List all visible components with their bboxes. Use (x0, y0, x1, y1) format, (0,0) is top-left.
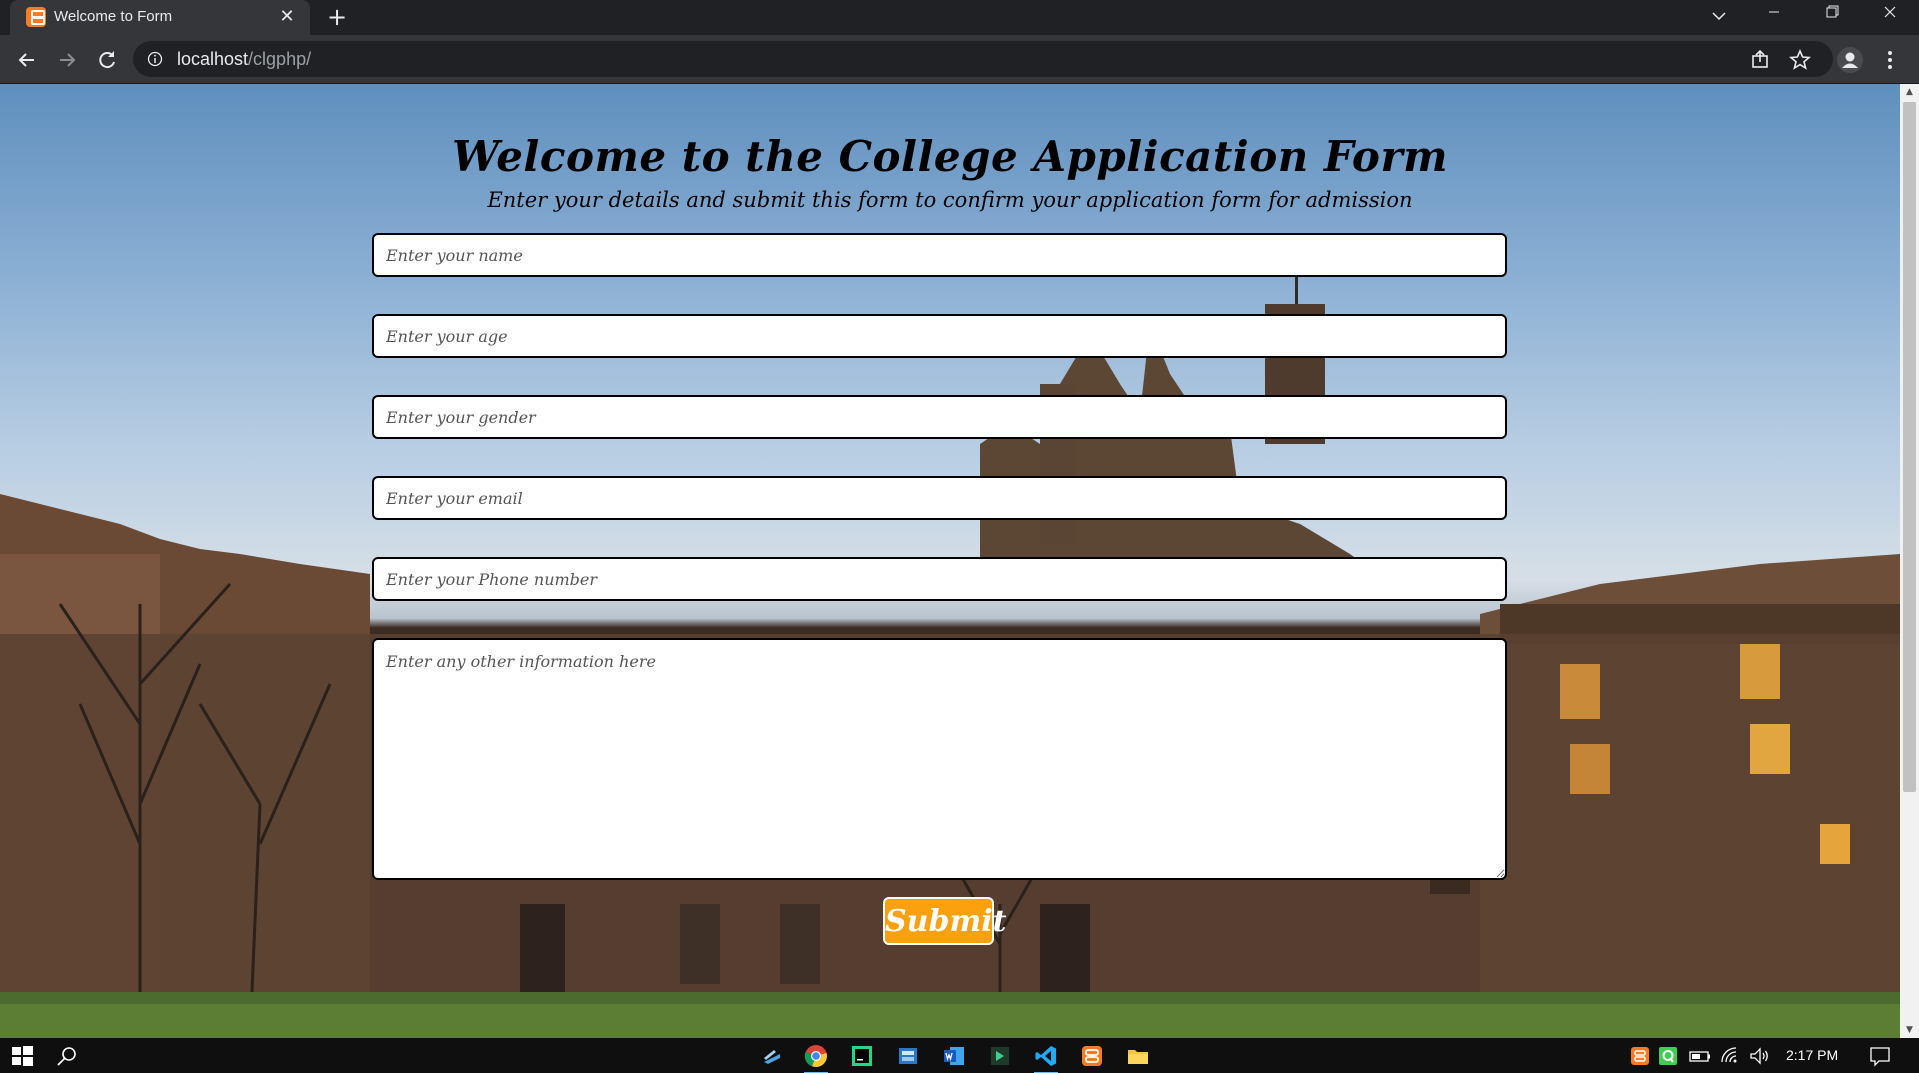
submit-button[interactable]: Submit (883, 897, 1006, 945)
minimize-icon[interactable] (1746, 0, 1802, 35)
forward-arrow-icon[interactable] (52, 45, 82, 75)
windows-start-icon[interactable] (10, 1044, 34, 1068)
address-bar[interactable]: localhost/clgphp/ (133, 41, 1833, 77)
chrome-icon[interactable] (804, 1044, 828, 1073)
scrollbar-thumb[interactable] (1903, 102, 1916, 792)
scroll-down-arrow-icon[interactable]: ▼ (1900, 1022, 1919, 1038)
tab-search-icon[interactable] (1705, 4, 1733, 30)
windows-taskbar: 2:17 PM (0, 1038, 1919, 1073)
new-tab-button[interactable]: + (322, 2, 352, 32)
xampp-icon[interactable] (1080, 1044, 1104, 1068)
terminal-icon[interactable] (988, 1044, 1012, 1068)
url-text: localhost/clgphp/ (177, 49, 311, 70)
site-info-icon[interactable] (147, 51, 163, 67)
browser-tab[interactable]: Welcome to Form ✕ (10, 0, 310, 35)
page-title: Welcome to the College Application Form (451, 132, 1449, 181)
profile-avatar-icon[interactable] (1835, 45, 1865, 75)
reload-icon[interactable] (92, 45, 122, 75)
page-subtitle: Enter your details and submit this form … (487, 188, 1413, 212)
vscode-icon[interactable] (1034, 1044, 1058, 1073)
phone-input[interactable] (372, 557, 1507, 601)
task-view-icon[interactable] (760, 1044, 784, 1068)
xampp-tray-icon[interactable] (1628, 1044, 1652, 1068)
notification-icon[interactable] (1868, 1044, 1892, 1068)
search-icon[interactable] (55, 1044, 79, 1068)
scroll-up-arrow-icon[interactable]: ▲ (1900, 84, 1919, 100)
calculator-icon[interactable] (896, 1044, 920, 1068)
qt-tray-icon[interactable] (1656, 1044, 1680, 1068)
back-arrow-icon[interactable] (12, 45, 42, 75)
kebab-menu-icon[interactable] (1875, 45, 1905, 75)
restore-icon[interactable] (1804, 0, 1860, 35)
tab-strip: Welcome to Form ✕ + (0, 0, 1919, 35)
battery-icon[interactable] (1688, 1044, 1712, 1068)
xampp-favicon-icon (26, 7, 46, 27)
name-input[interactable] (372, 233, 1507, 277)
taskbar-clock[interactable]: 2:17 PM (1786, 1047, 1838, 1063)
window-close-icon[interactable] (1862, 0, 1918, 35)
page-viewport: Welcome to the College Application Form … (0, 84, 1900, 1038)
pycharm-icon[interactable] (850, 1044, 874, 1068)
tab-title: Welcome to Form (54, 8, 173, 25)
browser-toolbar: localhost/clgphp/ (0, 35, 1919, 84)
age-input[interactable] (372, 314, 1507, 358)
share-icon[interactable] (1745, 45, 1775, 75)
file-explorer-icon[interactable] (1126, 1044, 1150, 1068)
email-input[interactable] (372, 476, 1507, 520)
other-info-textarea[interactable] (372, 638, 1507, 880)
word-icon[interactable] (942, 1044, 966, 1068)
bookmark-star-icon[interactable] (1785, 45, 1815, 75)
gender-input[interactable] (372, 395, 1507, 439)
volume-icon[interactable] (1748, 1044, 1772, 1068)
url-host: localhost (177, 49, 249, 69)
url-path: /clgphp/ (248, 49, 312, 69)
wifi-icon[interactable] (1718, 1044, 1742, 1068)
tab-close-icon[interactable]: ✕ (274, 4, 300, 30)
page-scrollbar[interactable]: ▲ ▼ (1900, 84, 1919, 1038)
